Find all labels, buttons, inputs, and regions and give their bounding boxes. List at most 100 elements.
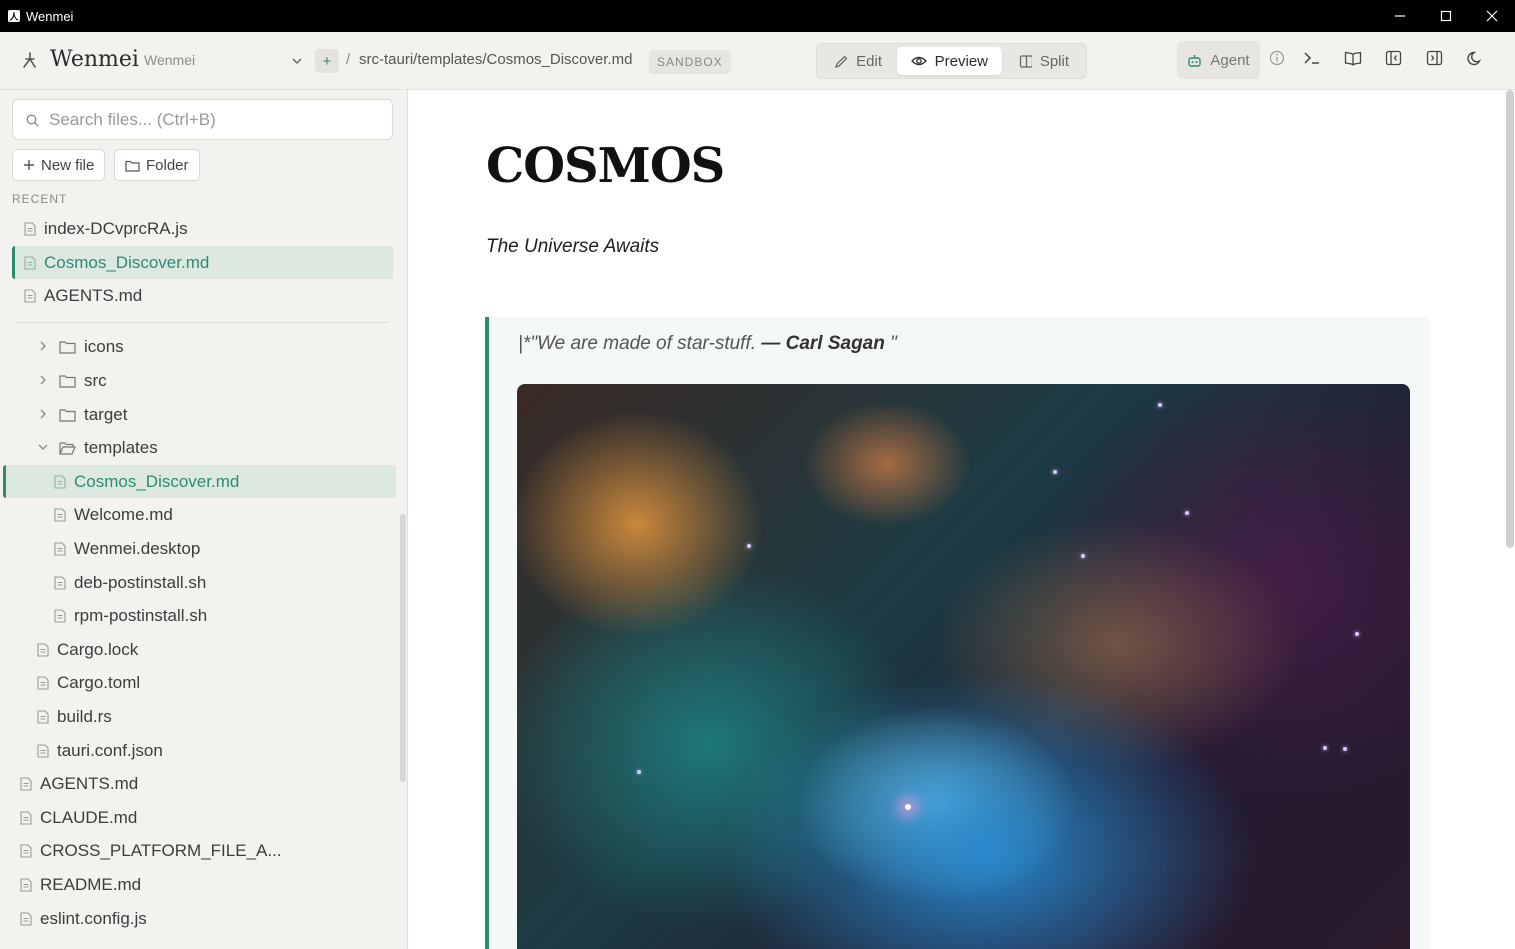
search-icon bbox=[26, 114, 39, 127]
recent-item-selected[interactable]: Cosmos_Discover.md bbox=[12, 246, 393, 279]
agent-button[interactable]: Agent bbox=[1177, 41, 1260, 79]
file-icon bbox=[37, 675, 49, 690]
chevron-down-icon[interactable] bbox=[38, 442, 48, 452]
document-subtitle: The Universe Awaits bbox=[486, 236, 660, 257]
tree-file[interactable]: CROSS_PLATFORM_FILE_A... bbox=[20, 834, 282, 867]
tree-file[interactable]: README.md bbox=[20, 868, 141, 901]
tree-item-label: CROSS_PLATFORM_FILE_A... bbox=[40, 840, 282, 860]
tree-item-label: Welcome.md bbox=[74, 504, 173, 524]
tree-file[interactable]: build.rs bbox=[37, 700, 112, 733]
folder-icon bbox=[59, 340, 76, 354]
file-path-breadcrumb: src-tauri/templates/Cosmos_Discover.md bbox=[359, 51, 633, 68]
file-icon bbox=[37, 743, 49, 758]
maximize-button[interactable] bbox=[1423, 0, 1469, 32]
tree-file[interactable]: deb-postinstall.sh bbox=[54, 566, 206, 599]
file-icon bbox=[20, 843, 32, 858]
tree-file[interactable]: rpm-postinstall.sh bbox=[54, 599, 207, 632]
tree-file[interactable]: tauri.conf.json bbox=[37, 734, 163, 767]
tree-item-label: icons bbox=[84, 336, 124, 356]
close-window-button[interactable] bbox=[1469, 0, 1515, 32]
tree-item-label: deb-postinstall.sh bbox=[74, 572, 207, 592]
agent-label: Agent bbox=[1210, 51, 1250, 69]
file-icon bbox=[54, 608, 66, 623]
quote-prefix: |*"We are made of star-stuff. bbox=[518, 333, 762, 354]
chevron-right-icon[interactable] bbox=[38, 375, 48, 385]
tree-item-label: target bbox=[84, 404, 128, 424]
tree-file[interactable]: AGENTS.md bbox=[20, 767, 138, 800]
tree-item-label: src bbox=[84, 370, 107, 390]
tree-item-label: tauri.conf.json bbox=[57, 740, 163, 760]
sidebar-divider bbox=[16, 322, 388, 323]
tree-file-selected[interactable]: Cosmos_Discover.md bbox=[3, 465, 396, 498]
file-icon bbox=[37, 709, 49, 724]
chevron-right-icon[interactable] bbox=[38, 341, 48, 351]
folder-icon bbox=[59, 374, 76, 388]
file-icon bbox=[20, 911, 32, 926]
tree-item-label: Cosmos_Discover.md bbox=[74, 471, 240, 491]
terminal-icon[interactable] bbox=[1303, 50, 1321, 66]
file-icon bbox=[54, 507, 66, 522]
workspace-select[interactable]: Wenmei bbox=[144, 52, 195, 68]
add-workspace-button[interactable]: + bbox=[315, 49, 339, 73]
sidebar-scrollbar[interactable] bbox=[400, 514, 406, 782]
plus-icon bbox=[24, 160, 34, 170]
close-icon bbox=[1486, 10, 1498, 22]
chevron-right-icon[interactable] bbox=[38, 409, 48, 419]
tab-split[interactable]: Split bbox=[1005, 47, 1083, 75]
tree-file[interactable]: Wenmei.desktop bbox=[54, 532, 200, 565]
tree-folder[interactable]: icons bbox=[59, 330, 124, 363]
file-sidebar: New file Folder RECENT index-DCvprcRA.js… bbox=[0, 90, 408, 949]
book-icon[interactable] bbox=[1344, 50, 1362, 66]
blockquote: |*"We are made of star-stuff. — Carl Sag… bbox=[485, 317, 1430, 949]
tab-edit[interactable]: Edit bbox=[820, 47, 896, 75]
new-folder-button[interactable]: Folder bbox=[114, 149, 200, 181]
tree-item-label: README.md bbox=[40, 874, 142, 894]
recent-item[interactable]: AGENTS.md bbox=[12, 279, 393, 312]
file-icon bbox=[54, 541, 66, 556]
tab-preview[interactable]: Preview bbox=[897, 47, 1002, 75]
file-icon bbox=[20, 810, 32, 825]
tree-folder[interactable]: target bbox=[59, 398, 127, 431]
brand-logo-icon bbox=[23, 52, 36, 68]
tree-item-label: Wenmei.desktop bbox=[74, 538, 201, 558]
tree-file[interactable]: Welcome.md bbox=[54, 498, 173, 531]
quote-author: — Carl Sagan bbox=[761, 333, 885, 354]
tab-split-label: Split bbox=[1039, 52, 1069, 70]
split-view-icon bbox=[1019, 54, 1032, 68]
preview-scrollbar[interactable] bbox=[1506, 90, 1514, 548]
new-file-button[interactable]: New file bbox=[12, 149, 106, 181]
tree-item-label: Cargo.lock bbox=[57, 639, 139, 659]
file-icon bbox=[37, 642, 49, 657]
info-icon[interactable] bbox=[1269, 50, 1285, 66]
folder-open-icon bbox=[59, 441, 76, 455]
file-icon bbox=[20, 776, 32, 791]
eye-icon bbox=[911, 56, 927, 66]
minimize-icon bbox=[1395, 15, 1405, 17]
toggle-left-panel-icon[interactable] bbox=[1385, 50, 1402, 66]
file-icon bbox=[54, 474, 66, 489]
recent-item-label: Cosmos_Discover.md bbox=[44, 252, 210, 272]
minimize-button[interactable] bbox=[1377, 0, 1423, 32]
pencil-icon bbox=[834, 55, 848, 68]
tree-item-label: build.rs bbox=[57, 706, 112, 726]
file-icon bbox=[20, 877, 32, 892]
tree-file[interactable]: eslint.config.js bbox=[20, 902, 147, 935]
tree-item-label: rpm-postinstall.sh bbox=[74, 605, 208, 625]
path-separator: / bbox=[346, 51, 351, 68]
tree-file[interactable]: Cargo.toml bbox=[37, 666, 140, 699]
tree-file[interactable]: CLAUDE.md bbox=[20, 801, 137, 834]
brand-name: Wenmei bbox=[50, 47, 139, 72]
tree-folder-open[interactable]: templates bbox=[59, 431, 158, 464]
window-title: Wenmei bbox=[26, 8, 74, 24]
tab-preview-label: Preview bbox=[934, 52, 988, 70]
chevron-down-icon[interactable] bbox=[290, 54, 304, 68]
search-input[interactable] bbox=[49, 108, 379, 132]
recent-item[interactable]: index-DCvprcRA.js bbox=[12, 212, 393, 245]
toggle-right-panel-icon[interactable] bbox=[1426, 50, 1443, 66]
tree-folder[interactable]: src bbox=[59, 364, 107, 397]
dark-mode-moon-icon[interactable] bbox=[1467, 50, 1484, 67]
file-icon bbox=[54, 575, 66, 590]
recent-item-label: index-DCvprcRA.js bbox=[44, 218, 188, 238]
tree-item-label: CLAUDE.md bbox=[40, 807, 138, 827]
tree-file[interactable]: Cargo.lock bbox=[37, 633, 138, 666]
